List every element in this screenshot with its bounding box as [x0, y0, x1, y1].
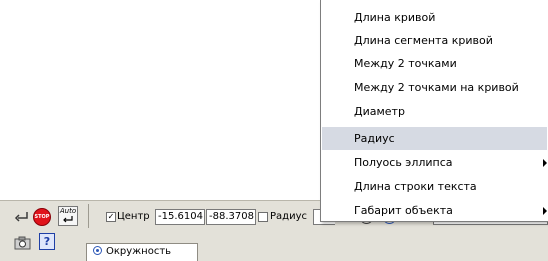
enter-arrow-icon	[63, 216, 73, 223]
menu-item-radius[interactable]: Радиус	[322, 127, 547, 150]
menu-item-label: Между 2 точками	[354, 57, 457, 70]
circle-icon	[93, 246, 102, 255]
toolbar-separator	[88, 204, 89, 228]
return-arrow-icon[interactable]	[13, 208, 31, 226]
submenu-arrow-icon	[543, 207, 547, 215]
stop-button[interactable]: STOP	[33, 208, 51, 226]
menu-item-ellipse-semi-axis[interactable]: Полуось эллипса	[322, 151, 547, 174]
measure-context-menu: Длина кривой Длина сегмента кривой Между…	[320, 0, 548, 222]
menu-item-label: Габарит объекта	[354, 204, 453, 217]
center-checkbox[interactable]: ✓	[106, 212, 116, 222]
center-y-field[interactable]: -88.3708	[206, 209, 256, 225]
menu-item-curve-segment-length[interactable]: Длина сегмента кривой	[322, 29, 547, 52]
radius-checkbox[interactable]	[258, 212, 268, 222]
menu-item-label: Диаметр	[354, 105, 405, 118]
stop-label: STOP	[34, 214, 50, 220]
camera-icon[interactable]	[14, 235, 32, 251]
radius-label: Радиус	[270, 211, 307, 222]
menu-item-label: Радиус	[354, 132, 395, 145]
auto-create-button[interactable]: Auto	[58, 206, 78, 226]
menu-item-curve-length[interactable]: Длина кривой	[322, 6, 547, 29]
menu-item-text-line-length[interactable]: Длина строки текста	[322, 175, 547, 198]
submenu-arrow-icon	[543, 159, 547, 167]
auto-label: Auto	[59, 207, 77, 215]
menu-item-label: Длина сегмента кривой	[354, 34, 493, 47]
menu-item-diameter[interactable]: Диаметр	[322, 100, 547, 123]
menu-item-label: Полуось эллипса	[354, 156, 453, 169]
tab-circle-label: Окружность	[106, 246, 172, 257]
help-icon: ?	[43, 235, 51, 248]
menu-item-between-two-points[interactable]: Между 2 точками	[322, 52, 547, 75]
menu-item-label: Между 2 точками на кривой	[354, 81, 519, 94]
menu-item-between-two-points-on-curve[interactable]: Между 2 точками на кривой	[322, 76, 547, 99]
menu-item-label: Длина строки текста	[354, 180, 477, 193]
menu-item-object-bounds[interactable]: Габарит объекта	[322, 199, 547, 222]
tab-circle[interactable]: Окружность	[86, 243, 198, 261]
center-label: Центр	[117, 211, 150, 222]
center-x-field[interactable]: -15.6104	[155, 209, 205, 225]
menu-item-label: Длина кривой	[354, 11, 436, 24]
help-button[interactable]: ?	[39, 233, 55, 250]
